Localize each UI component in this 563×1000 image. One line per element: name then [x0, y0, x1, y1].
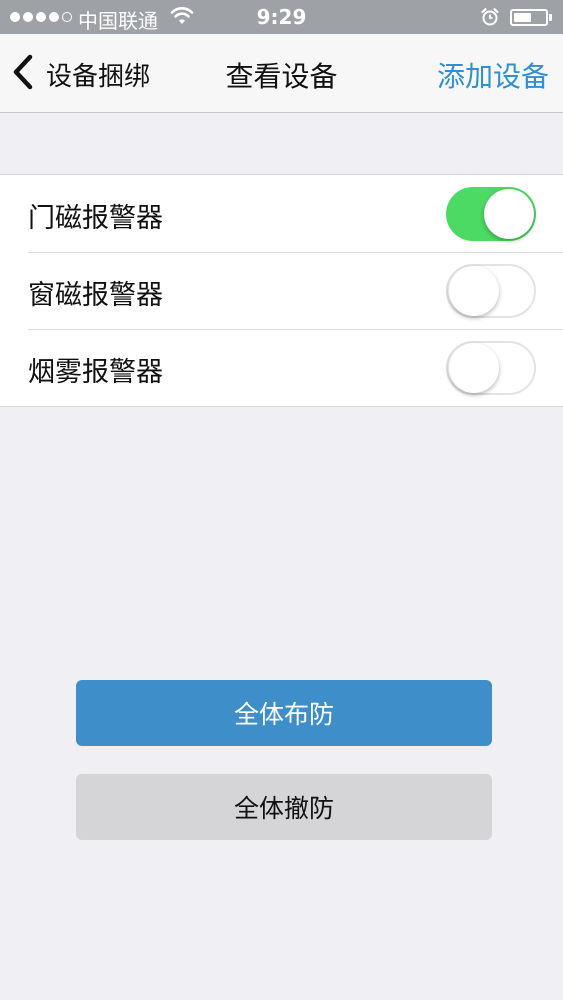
device-row-smoke: 烟雾报警器	[0, 329, 563, 406]
status-bar: 中国联通 9:29	[0, 0, 563, 34]
screen: 中国联通 9:29 设备捆绑 查看设备 添加设备 门磁报警器 窗磁报警器 烟雾报…	[0, 0, 563, 1000]
device-toggle[interactable]	[446, 264, 536, 318]
arm-all-button[interactable]: 全体布防	[76, 680, 492, 746]
battery-tip	[549, 14, 552, 21]
toggle-knob	[449, 266, 499, 316]
device-toggle[interactable]	[446, 341, 536, 395]
add-device-button[interactable]: 添加设备	[437, 55, 549, 95]
navigation-bar: 设备捆绑 查看设备 添加设备	[0, 34, 563, 113]
disarm-all-button[interactable]: 全体撤防	[76, 774, 492, 840]
device-row-door: 门磁报警器	[0, 175, 563, 252]
battery-level	[514, 13, 531, 22]
device-label: 门磁报警器	[28, 203, 163, 234]
alarm-clock-icon	[480, 7, 500, 32]
device-list: 门磁报警器 窗磁报警器 烟雾报警器	[0, 174, 563, 407]
device-toggle[interactable]	[446, 187, 536, 241]
device-label: 烟雾报警器	[28, 357, 163, 388]
status-time: 9:29	[256, 5, 307, 29]
device-row-window: 窗磁报警器	[0, 252, 563, 329]
toggle-knob	[484, 189, 534, 239]
battery-icon	[510, 9, 548, 26]
device-label: 窗磁报警器	[28, 280, 163, 311]
toggle-knob	[449, 343, 499, 393]
